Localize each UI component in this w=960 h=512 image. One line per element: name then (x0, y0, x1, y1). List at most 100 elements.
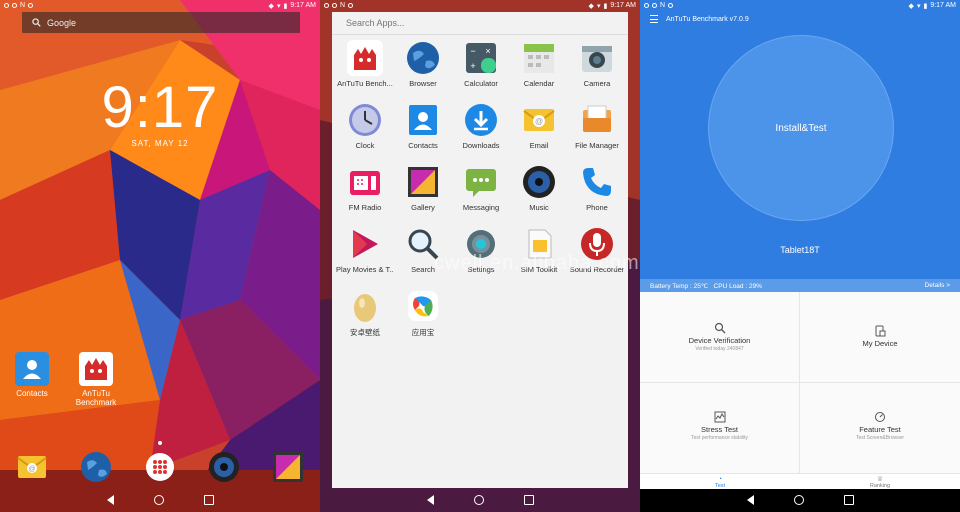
details-link[interactable]: Details > (925, 282, 950, 289)
notification-icon (668, 3, 674, 8)
drawer-app-camera[interactable]: Camera (568, 40, 626, 88)
home-screen: N ◆ ▾ ▮ 9:17 AM Google 9:17 SAT, MAY 12 … (0, 0, 320, 512)
nfc-icon: N (20, 2, 26, 9)
home-app-contacts[interactable]: Contacts (0, 352, 64, 398)
drawer-app-music[interactable]: Music (510, 164, 568, 212)
drawer-app-download[interactable]: Downloads (452, 102, 510, 150)
notification-icon (12, 3, 17, 8)
home-icon[interactable] (473, 495, 484, 505)
install-test-button[interactable]: Install&Test (708, 35, 894, 221)
app-label: FM Radio (348, 203, 382, 212)
notification-icon (4, 3, 9, 8)
calculator-icon: − × + (466, 43, 496, 73)
drawer-app-calculator[interactable]: − × + Calculator (452, 40, 510, 88)
search-apps-input[interactable]: Search Apps... (332, 12, 628, 35)
app-label: Phone (586, 203, 608, 212)
recent-apps-icon[interactable] (203, 495, 214, 505)
battery-icon: ▮ (923, 2, 928, 10)
notification-icon (652, 3, 657, 8)
globe-icon[interactable] (79, 450, 113, 484)
app-drawer: Search Apps... AnTuTu Bench... Browser − × +… (332, 12, 628, 488)
feature-test-button[interactable]: Feature Test Test Screen&Browser (800, 383, 960, 474)
email-icon[interactable]: @ (15, 450, 49, 484)
notification-icon (332, 3, 337, 8)
app-drawer-icon[interactable] (143, 450, 177, 484)
antutu-icon (347, 40, 383, 76)
back-icon[interactable] (426, 495, 434, 505)
back-icon[interactable] (106, 495, 114, 505)
wifi-icon: ▾ (276, 2, 281, 10)
app-label: File Manager (575, 141, 619, 150)
app-grid: AnTuTu Bench... Browser − × + Calculator Calen… (336, 40, 626, 338)
drawer-app-app-store[interactable]: 应用宝 (394, 288, 452, 338)
google-search-label: Google (47, 17, 77, 28)
app-label: AnTuTu Bench... (337, 79, 393, 88)
home-app-antutu[interactable]: AnTuTu Benchmark (64, 352, 128, 407)
notification-icon (324, 3, 329, 8)
app-label: Camera (583, 79, 611, 88)
antutu-icon (79, 352, 113, 386)
svg-text:@: @ (28, 466, 35, 473)
home-icon[interactable] (793, 495, 804, 505)
drawer-app-radio[interactable]: FM Radio (336, 164, 394, 212)
app-label: Calendar (523, 79, 555, 88)
stress-test-button[interactable]: Stress Test Test performance stability (640, 383, 800, 474)
play-movies-icon (353, 230, 378, 258)
app-label: Messaging (462, 203, 500, 212)
recent-apps-icon[interactable] (843, 495, 854, 505)
contacts-icon (409, 105, 437, 135)
egg-icon (354, 294, 376, 322)
contacts-icon (15, 352, 49, 386)
drawer-app-calendar[interactable]: Calendar (510, 40, 568, 88)
location-icon: ◆ (268, 2, 274, 10)
download-icon (465, 104, 497, 136)
drawer-app-gallery[interactable]: Gallery (394, 164, 452, 212)
page-indicator (158, 441, 162, 445)
drawer-app-email[interactable]: @ Email (510, 102, 568, 150)
recent-apps-icon[interactable] (523, 495, 534, 505)
cell-title: My Device (862, 339, 898, 348)
home-icon[interactable] (153, 495, 164, 505)
app-label: Play Movies & T... (336, 265, 394, 274)
status-bar: N ◆ ▾ ▮ 9:17 AM (0, 0, 320, 11)
status-time: 9:17 AM (610, 2, 636, 9)
nfc-icon: N (660, 2, 666, 9)
globe-icon (407, 42, 439, 74)
drawer-app-antutu[interactable]: AnTuTu Bench... (336, 40, 394, 88)
date-label: SAT, MAY 12 (131, 139, 189, 148)
drawer-app-phone[interactable]: Phone (568, 164, 626, 212)
music-icon[interactable] (207, 450, 241, 484)
my-device-button[interactable]: My Device (800, 292, 960, 383)
app-label: Contacts (408, 141, 438, 150)
gallery-icon[interactable] (271, 450, 305, 484)
cell-subtitle: Test performance stability (691, 435, 748, 441)
app-label: Browser (409, 79, 437, 88)
dock: @ (0, 448, 320, 488)
drawer-app-clock[interactable]: Clock (336, 102, 394, 150)
cell-subtitle: Test Screen&Browser (855, 435, 905, 441)
app-label: 应用宝 (411, 328, 435, 337)
clock-widget[interactable]: 9:17 (0, 74, 320, 141)
radio-icon (350, 171, 380, 195)
svg-text:@: @ (535, 117, 543, 126)
status-bar: N ◆ ▾ ▮ 9:17 AM (320, 0, 640, 11)
clock-icon (349, 104, 381, 136)
drawer-app-egg[interactable]: 安卓壁纸 (336, 288, 394, 338)
cell-subtitle: Verified today 240847 (695, 346, 744, 352)
music-icon (523, 166, 555, 198)
cell-title: Device Verification (688, 336, 751, 345)
drawer-app-play-movies[interactable]: Play Movies & T... (336, 226, 394, 274)
app-label: 安卓壁纸 (350, 328, 380, 337)
google-search-bar[interactable]: Google (22, 12, 300, 33)
drawer-app-globe[interactable]: Browser (394, 40, 452, 88)
device-verification-button[interactable]: Device Verification Verified today 24084… (640, 292, 800, 383)
email-icon: @ (523, 109, 555, 131)
menu-icon[interactable] (650, 15, 658, 23)
drawer-app-messaging[interactable]: Messaging (452, 164, 510, 212)
back-icon[interactable] (746, 495, 754, 505)
drawer-app-contacts[interactable]: Contacts (394, 102, 452, 150)
search-icon (32, 18, 41, 27)
nfc-icon: N (340, 2, 346, 9)
drawer-app-file-manager[interactable]: File Manager (568, 102, 626, 150)
svg-text:−: − (470, 46, 475, 56)
